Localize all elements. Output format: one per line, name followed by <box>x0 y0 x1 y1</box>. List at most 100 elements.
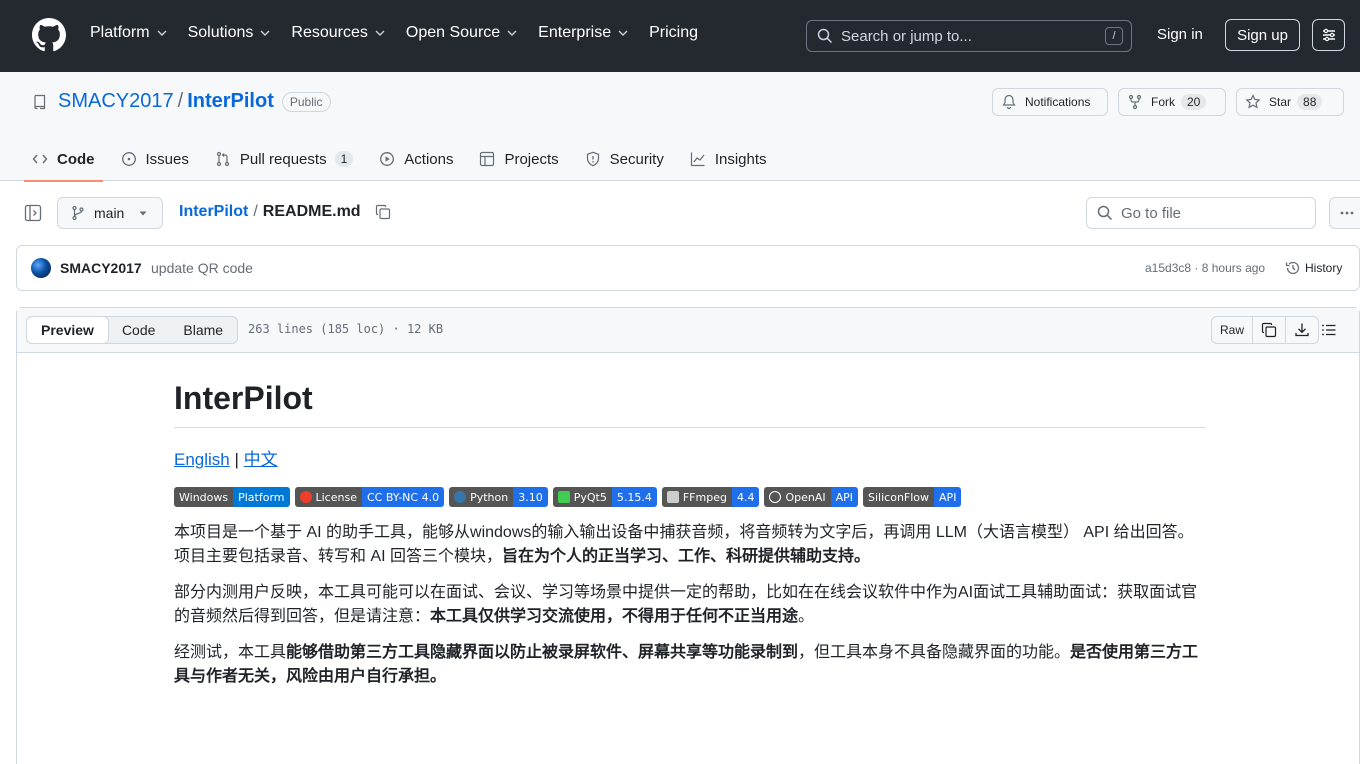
git-branch-icon <box>72 205 84 221</box>
tab-security[interactable]: Security <box>585 137 664 181</box>
repo-owner-link[interactable]: SMACY2017 <box>58 90 174 113</box>
commit-sha-time[interactable]: a15d3c8 · 8 hours ago <box>1145 261 1265 275</box>
badge-left: License <box>294 487 362 507</box>
repo-header: SMACY2017 / InterPilot Public Notificati… <box>0 72 1360 182</box>
fork-icon <box>1128 94 1142 110</box>
search-shortcut-key: / <box>1105 27 1123 45</box>
settings-menu-button[interactable] <box>1312 19 1345 51</box>
badge-python[interactable]: Python 3.10 <box>449 487 548 507</box>
visibility-badge: Public <box>281 91 331 112</box>
copy-raw-button[interactable] <box>1253 317 1287 343</box>
nav-resources[interactable]: Resources <box>291 24 385 42</box>
nav-pricing[interactable]: Pricing <box>649 24 698 42</box>
caret-down-icon <box>139 211 147 216</box>
repo-name-link[interactable]: InterPilot <box>187 90 274 113</box>
pull-requests-count: 1 <box>334 151 354 167</box>
badge-right: Platform <box>233 487 290 507</box>
copy-icon <box>1261 322 1277 338</box>
latest-commit-bar: SMACY2017 update QR code a15d3c8 · 8 hou… <box>16 245 1360 291</box>
repo-icon <box>34 94 46 109</box>
readme-paragraph-intro: 本项目是一个基于 AI 的助手工具，能够从windows的输入输出设备中捕获音频… <box>174 524 1194 565</box>
badge-left: SiliconFlow <box>863 487 935 507</box>
commit-message-link[interactable]: update QR code <box>151 260 253 276</box>
badge-right: 3.10 <box>513 487 548 507</box>
sidebar-expand-icon[interactable] <box>24 204 42 222</box>
chevron-down-icon <box>375 30 385 36</box>
star-label: Star <box>1269 95 1292 109</box>
commit-author-link[interactable]: SMACY2017 <box>60 260 142 276</box>
chevron-down-icon <box>157 30 167 36</box>
nav-open-source[interactable]: Open Source <box>406 24 518 42</box>
breadcrumb-repo-link[interactable]: InterPilot <box>179 203 248 221</box>
tab-actions[interactable]: Actions <box>379 137 453 181</box>
shield-icon <box>586 151 599 167</box>
branch-name: main <box>94 205 125 221</box>
copy-icon[interactable] <box>375 204 391 220</box>
badge-windows-platform[interactable]: Windows Platform <box>174 487 290 507</box>
github-logo-icon[interactable] <box>32 18 66 52</box>
fork-button[interactable]: Fork 20 <box>1118 88 1226 116</box>
badge-right: API <box>934 487 962 507</box>
graph-icon <box>690 152 705 167</box>
nav-enterprise[interactable]: Enterprise <box>538 24 629 42</box>
nav-platform[interactable]: Platform <box>90 24 168 42</box>
search-icon <box>817 28 833 44</box>
kebab-horizontal-icon <box>1340 211 1354 215</box>
chinese-link[interactable]: 中文 <box>244 450 278 469</box>
preview-view-button[interactable]: Preview <box>26 316 109 344</box>
badge-openai[interactable]: OpenAI API <box>764 487 859 507</box>
repo-title-separator: / <box>177 90 184 112</box>
go-to-file-placeholder: Go to file <box>1121 204 1182 222</box>
star-count: 88 <box>1297 94 1323 110</box>
sign-up-button[interactable]: Sign up <box>1225 19 1300 51</box>
badge-right: API <box>830 487 859 507</box>
breadcrumb: InterPilot / README.md <box>179 203 391 221</box>
tab-insights[interactable]: Insights <box>690 137 767 181</box>
badge-siliconflow[interactable]: SiliconFlow API <box>863 487 962 507</box>
tab-pull-requests[interactable]: Pull requests 1 <box>215 137 354 181</box>
go-to-file-input[interactable]: Go to file <box>1086 197 1316 229</box>
notifications-button[interactable]: Notifications <box>992 88 1108 116</box>
branch-selector[interactable]: main <box>57 197 163 229</box>
python-icon <box>454 491 467 503</box>
outline-list-icon[interactable] <box>1321 322 1337 338</box>
more-options-button[interactable] <box>1329 197 1360 229</box>
badge-pyqt5[interactable]: PyQt5 5.15.4 <box>552 487 657 507</box>
tab-issues[interactable]: Issues <box>121 137 189 181</box>
badge-ffmpeg[interactable]: FFmpeg 4.4 <box>661 487 760 507</box>
repo-tabs: Code Issues Pull requests 1 Actions Proj… <box>24 137 793 182</box>
bell-icon <box>1002 94 1016 110</box>
play-icon <box>380 152 395 166</box>
table-icon <box>480 151 495 167</box>
code-view-button[interactable]: Code <box>108 317 169 343</box>
english-link[interactable]: English <box>174 450 230 469</box>
global-nav: Platform Solutions Resources Open Source… <box>90 24 718 42</box>
file-actions: Raw <box>1211 316 1320 344</box>
badge-left: Windows <box>174 487 234 507</box>
badge-left: Python <box>449 487 514 507</box>
star-button[interactable]: Star 88 <box>1236 88 1344 116</box>
tab-projects[interactable]: Projects <box>479 137 559 181</box>
readme-title: InterPilot <box>174 380 1206 428</box>
global-search-input[interactable]: Search or jump to... / <box>806 20 1132 52</box>
code-icon <box>32 154 48 164</box>
global-header: Platform Solutions Resources Open Source… <box>0 0 1360 72</box>
history-button[interactable]: History <box>1285 260 1342 276</box>
file-info: 263 lines (185 loc) · 12 KB <box>248 322 444 336</box>
raw-button[interactable]: Raw <box>1212 317 1254 343</box>
history-icon <box>1285 261 1300 275</box>
download-button[interactable] <box>1286 317 1318 343</box>
openai-icon <box>769 491 782 503</box>
breadcrumb-separator: / <box>253 203 258 220</box>
sign-in-link[interactable]: Sign in <box>1157 26 1203 43</box>
chevron-down-icon <box>260 30 270 36</box>
sliders-icon <box>1322 28 1335 42</box>
blame-view-button[interactable]: Blame <box>169 317 237 343</box>
badge-left: OpenAI <box>764 487 831 507</box>
tab-code[interactable]: Code <box>24 137 102 182</box>
star-icon <box>1245 94 1261 109</box>
badge-license[interactable]: License CC BY-NC 4.0 <box>294 487 445 507</box>
fork-count: 20 <box>1181 94 1207 110</box>
author-avatar[interactable] <box>31 258 51 278</box>
nav-solutions[interactable]: Solutions <box>188 24 272 42</box>
